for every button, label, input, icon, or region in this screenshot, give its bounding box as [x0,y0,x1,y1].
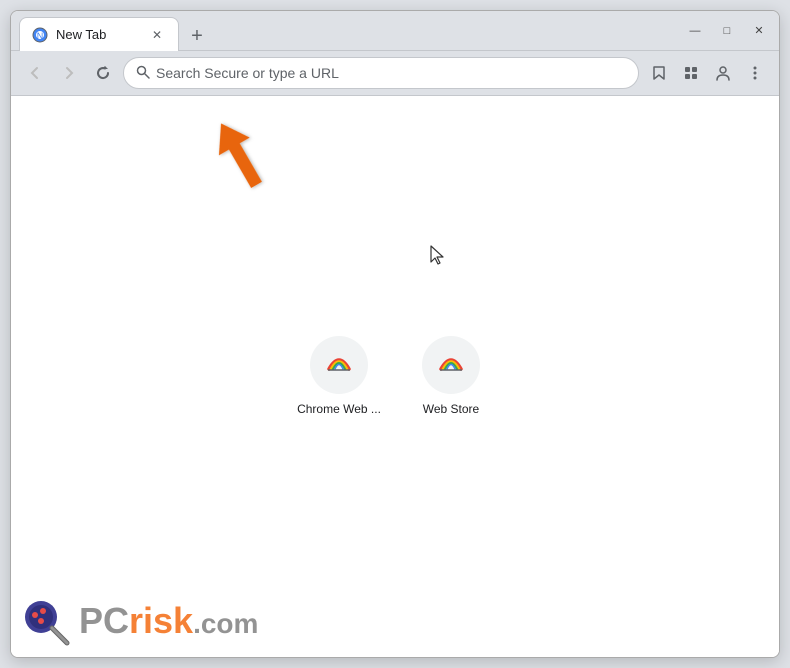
svg-text:N: N [37,31,44,41]
arrow-svg [206,118,276,198]
bookmark-icon [651,65,667,81]
webstore-icon [433,347,469,383]
tab-close-button[interactable]: ✕ [148,26,166,44]
nav-bar: Search Secure or type a URL [11,51,779,96]
shortcuts-section: Chrome Web ... Web Store [299,336,491,416]
forward-icon [62,66,76,80]
maximize-button[interactable]: □ [715,19,739,43]
new-tab-button[interactable]: + [183,22,211,50]
shortcut-label-chrome-web: Chrome Web ... [297,402,381,416]
reload-icon [96,66,110,80]
cursor-icon [429,244,447,266]
tab-title: New Tab [56,27,140,42]
forward-button[interactable] [55,59,83,87]
shortcut-chrome-web[interactable]: Chrome Web ... [299,336,379,416]
search-icon [136,65,150,82]
window-controls: — □ ✕ [683,19,771,43]
mouse-cursor [429,244,447,271]
extensions-icon [683,65,699,81]
chrome-webstore-icon [321,347,357,383]
shortcut-icon-chrome-web [310,336,368,394]
shortcut-web-store[interactable]: Web Store [411,336,491,416]
menu-icon [747,65,763,81]
pcrisk-watermark: PCrisk.com [21,595,258,647]
address-bar[interactable]: Search Secure or type a URL [123,57,639,89]
minimize-button[interactable]: — [683,19,707,43]
toolbar-icons [645,59,769,87]
pcrisk-pc: PCrisk.com [79,600,258,641]
reload-button[interactable] [89,59,117,87]
profile-button[interactable] [709,59,737,87]
active-tab[interactable]: N New Tab ✕ [19,17,179,51]
shortcut-label-web-store: Web Store [423,402,479,416]
profile-icon [715,65,731,81]
back-icon [28,66,42,80]
pcrisk-text: PCrisk.com [79,600,258,642]
title-bar: N New Tab ✕ + — □ ✕ [11,11,779,51]
back-button[interactable] [21,59,49,87]
pcrisk-logo-icon [21,595,73,647]
shortcut-icon-web-store [422,336,480,394]
tab-area: N New Tab ✕ + [19,11,675,50]
browser-window: N New Tab ✕ + — □ ✕ [10,10,780,658]
page-content: Chrome Web ... Web Store [11,96,779,657]
tab-favicon: N [32,27,48,43]
extensions-button[interactable] [677,59,705,87]
close-button[interactable]: ✕ [747,19,771,43]
bookmark-button[interactable] [645,59,673,87]
menu-button[interactable] [741,59,769,87]
address-text: Search Secure or type a URL [156,65,626,81]
